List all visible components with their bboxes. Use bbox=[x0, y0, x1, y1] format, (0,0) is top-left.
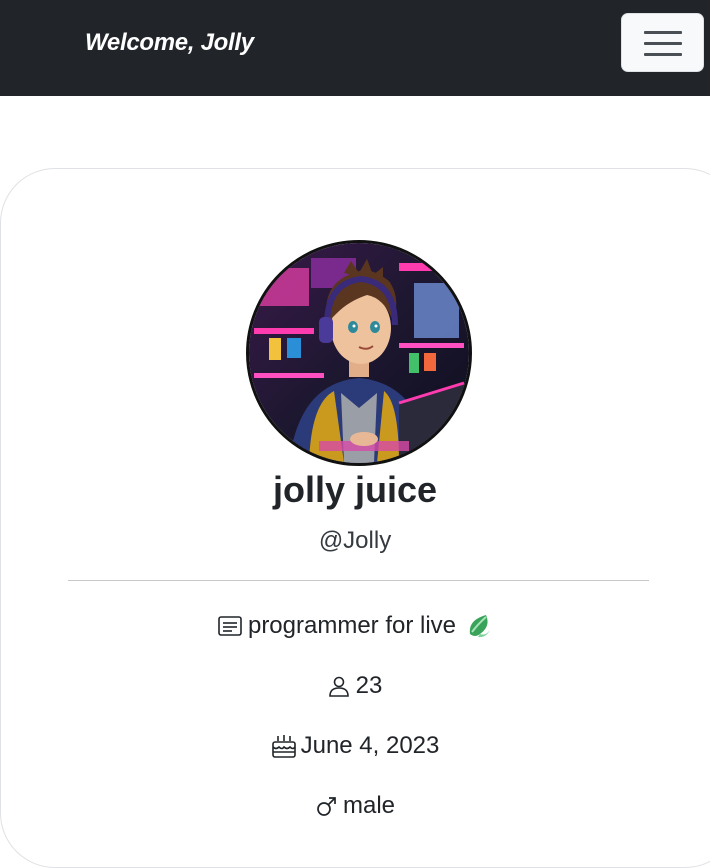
profile-display-name: jolly juice bbox=[272, 469, 438, 510]
hamburger-icon bbox=[644, 31, 682, 34]
hamburger-icon-line bbox=[644, 42, 682, 45]
avatar bbox=[246, 240, 472, 466]
birthday-row: June 4, 2023 bbox=[0, 730, 710, 762]
cake-icon bbox=[271, 733, 297, 759]
age-row: 23 bbox=[0, 670, 710, 702]
gender-row: male bbox=[0, 790, 710, 822]
divider bbox=[68, 580, 649, 581]
navbar-toggler-button[interactable] bbox=[621, 13, 704, 72]
male-symbol-icon bbox=[315, 795, 337, 817]
navbar: Welcome, Jolly bbox=[0, 0, 710, 96]
card-text-icon bbox=[218, 615, 242, 637]
leaf-icon bbox=[466, 612, 492, 640]
hamburger-icon-line bbox=[644, 53, 682, 56]
bio-row: programmer for live bbox=[0, 610, 710, 642]
age-text: 23 bbox=[355, 672, 383, 699]
profile-username: @Jolly bbox=[318, 527, 392, 554]
navbar-brand[interactable]: Welcome, Jolly bbox=[85, 29, 254, 57]
bio-text: programmer for live bbox=[247, 612, 457, 639]
gender-text: male bbox=[342, 792, 396, 819]
person-icon bbox=[328, 675, 350, 697]
birthday-text: June 4, 2023 bbox=[300, 732, 440, 759]
avatar-image bbox=[249, 243, 469, 463]
